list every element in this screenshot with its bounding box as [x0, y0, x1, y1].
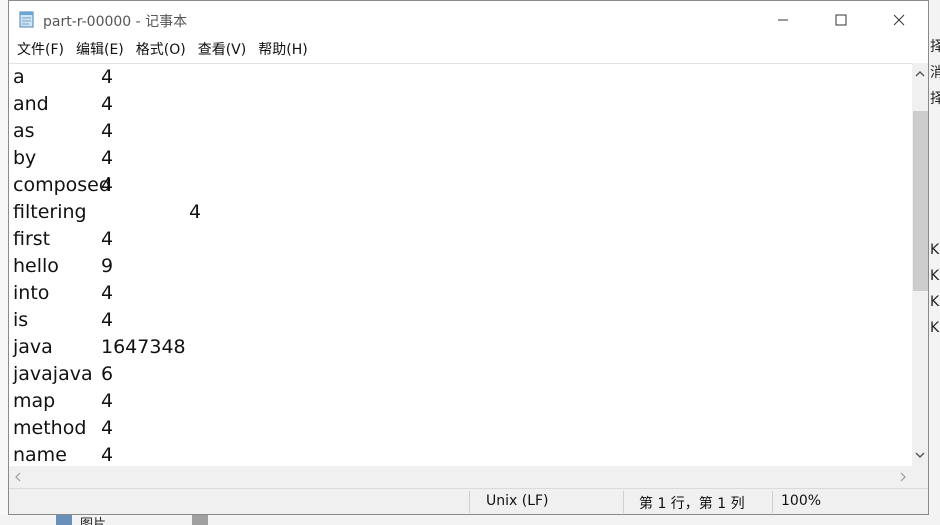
scroll-down-button[interactable]	[912, 444, 928, 466]
status-cursor-position: 第 1 行，第 1 列	[639, 496, 745, 512]
count-text: 4	[101, 93, 114, 115]
close-button[interactable]	[870, 1, 928, 38]
background-bottom-strip	[0, 515, 940, 525]
status-separator	[469, 491, 470, 513]
count-text: 4	[101, 282, 114, 304]
picture-folder-icon	[56, 515, 72, 525]
word-text: javajava	[13, 363, 93, 385]
chevron-left-icon	[15, 472, 21, 482]
count-text: 4	[101, 309, 114, 331]
menu-bar: 文件(F) 编辑(E) 格式(O) 查看(V) 帮助(H)	[9, 38, 928, 63]
word-text: and	[13, 93, 49, 115]
background-text-fragment: 消	[930, 65, 940, 81]
count-text: 4	[101, 147, 114, 169]
count-text: 4	[101, 228, 114, 250]
maximize-button[interactable]	[812, 1, 870, 38]
status-separator	[623, 491, 624, 513]
count-text: 4	[101, 66, 114, 88]
vertical-scroll-thumb[interactable]	[913, 111, 928, 291]
word-text: method	[13, 417, 87, 439]
menu-edit[interactable]: 编辑(E)	[70, 38, 130, 63]
menu-help[interactable]: 帮助(H)	[252, 38, 313, 63]
word-text: java	[13, 336, 53, 358]
word-text: into	[13, 282, 50, 304]
chevron-down-icon	[915, 452, 925, 458]
close-icon	[893, 14, 905, 25]
status-line-ending: Unix (LF)	[486, 493, 549, 509]
notepad-app-icon	[19, 11, 34, 28]
status-zoom: 100%	[781, 493, 822, 509]
menu-file[interactable]: 文件(F)	[11, 38, 70, 63]
count-text: 6	[101, 363, 114, 385]
word-text: first	[13, 228, 51, 250]
count-text: 4	[189, 201, 202, 223]
word-text: is	[13, 309, 29, 331]
menu-format[interactable]: 格式(O)	[130, 38, 192, 63]
background-left-strip	[0, 0, 8, 525]
notepad-window: part-r-00000 - 记事本 文件(F) 编辑(E) 格式(O) 查看(…	[8, 0, 929, 515]
word-text: hello	[13, 255, 59, 277]
minimize-icon	[778, 19, 788, 20]
background-scroll-fragment	[192, 515, 208, 525]
scroll-up-button[interactable]	[912, 63, 928, 85]
count-text: 4	[101, 120, 114, 142]
text-editor-area[interactable]: a 4 and 4 as 4 by 4 composed 4 filtering 4 first 4 hel…	[9, 63, 912, 466]
scroll-right-button[interactable]	[894, 466, 912, 488]
scroll-left-button[interactable]	[9, 466, 27, 488]
chevron-right-icon	[900, 472, 906, 482]
minimize-button[interactable]	[754, 1, 812, 38]
word-text: composed	[13, 174, 111, 196]
title-bar[interactable]: part-r-00000 - 记事本	[9, 1, 928, 38]
background-text-fragment: KE	[930, 294, 940, 310]
word-text: map	[13, 390, 56, 412]
count-text: 4	[101, 174, 114, 196]
background-text-fragment: 择	[930, 91, 940, 107]
maximize-icon	[835, 14, 847, 25]
horizontal-scrollbar[interactable]	[9, 466, 928, 488]
count-text: 4	[101, 417, 114, 439]
count-text: 4	[101, 444, 114, 466]
count-text: 1647348	[101, 336, 186, 358]
status-bar: Unix (LF) 第 1 行，第 1 列 100%	[9, 488, 928, 514]
background-text-fragment: KE	[930, 242, 940, 258]
count-text: 9	[101, 255, 114, 277]
word-text: a	[13, 66, 25, 88]
background-text-fragment: KE	[930, 268, 940, 284]
status-separator	[772, 491, 773, 513]
background-text-fragment: KE	[930, 320, 940, 336]
vertical-scrollbar[interactable]	[912, 63, 928, 466]
count-text: 4	[101, 390, 114, 412]
word-text: filtering	[13, 201, 87, 223]
word-text: as	[13, 120, 35, 142]
word-text: by	[13, 147, 37, 169]
word-text: name	[13, 444, 67, 466]
window-title: part-r-00000 - 记事本	[43, 14, 188, 30]
menu-view[interactable]: 查看(V)	[192, 38, 253, 63]
chevron-up-icon	[915, 71, 925, 77]
background-text-fragment: 择	[930, 39, 940, 55]
